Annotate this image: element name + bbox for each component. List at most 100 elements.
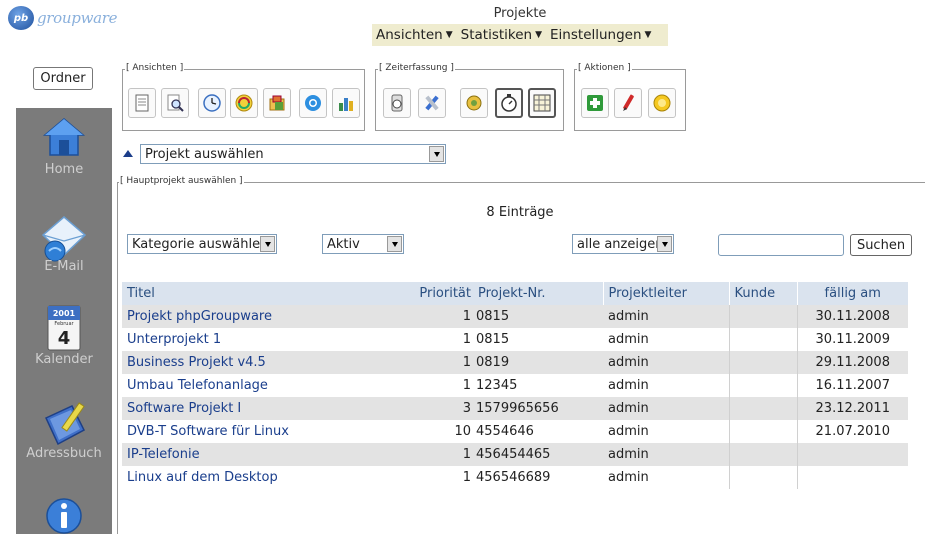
menu-ansichten[interactable]: Ansichten ▼ [372, 27, 457, 43]
view-search-button[interactable] [161, 88, 189, 118]
view-list-button[interactable] [128, 88, 156, 118]
table-row[interactable]: Business Projekt v4.5 1 0819 admin 29.11… [122, 351, 908, 374]
table-row[interactable]: Projekt phpGroupware 1 0815 admin 30.11.… [122, 305, 908, 328]
chevron-down-icon [429, 146, 444, 162]
add-project-button[interactable] [581, 88, 609, 118]
time-tools-button[interactable] [418, 88, 446, 118]
smiley-icon [653, 94, 671, 112]
project-title-link[interactable]: Umbau Telefonanlage [122, 374, 385, 397]
project-number: 0815 [473, 328, 603, 351]
view-chart-button[interactable] [332, 88, 360, 118]
sidebar-item-label: E-Mail [44, 259, 84, 274]
project-number: 456546689 [473, 466, 603, 489]
calendar-day: 4 [58, 328, 71, 349]
project-title-link[interactable]: Projekt phpGroupware [122, 305, 385, 328]
table-row[interactable]: Umbau Telefonanlage 1 12345 admin 16.11.… [122, 374, 908, 397]
project-leader: admin [603, 420, 729, 443]
column-header-kunde[interactable]: Kunde [728, 282, 797, 305]
kategorie-select[interactable]: Kategorie auswählen [127, 234, 277, 254]
menu-einstellungen[interactable]: Einstellungen ▼ [546, 27, 655, 43]
calendar-year: 2001 [53, 309, 76, 318]
status-select[interactable]: Aktiv [322, 234, 404, 254]
info-icon [46, 498, 82, 534]
project-number: 0819 [473, 351, 603, 374]
search-button[interactable]: Suchen [850, 234, 912, 256]
project-leader: admin [603, 328, 729, 351]
sidebar-item-kalender[interactable]: 2001 Februar 4 Kalender [16, 304, 112, 367]
project-due-date: 16.11.2007 [797, 374, 908, 397]
sidebar: Home E-Mail 2001 Februar 4 Kalender Adre… [16, 108, 112, 534]
project-number: 4554646 [473, 420, 603, 443]
view-time-button[interactable] [198, 88, 226, 118]
time-settings-button[interactable] [460, 88, 488, 118]
chart-icon [339, 98, 353, 111]
table-row[interactable]: Linux auf dem Desktop 1 456546689 admin [122, 466, 908, 489]
edit-icon [623, 94, 634, 111]
project-title-link[interactable]: IP-Telefonie [122, 443, 385, 466]
project-priority: 1 [385, 466, 473, 489]
column-header-faellig[interactable]: fällig am [796, 282, 908, 305]
project-title-link[interactable]: Business Projekt v4.5 [122, 351, 385, 374]
search-input[interactable] [718, 234, 844, 256]
table-row[interactable]: IP-Telefonie 1 456454465 admin [122, 443, 908, 466]
sidebar-item-email[interactable]: E-Mail [16, 215, 112, 274]
project-number: 12345 [473, 374, 603, 397]
sidebar-item-label: Home [44, 162, 84, 177]
menu-statistiken[interactable]: Statistiken ▼ [457, 27, 546, 43]
table-row[interactable]: DVB-T Software für Linux 10 4554646 admi… [122, 420, 908, 443]
column-header-projektleiter[interactable]: Projektleiter [602, 282, 729, 305]
project-title-link[interactable]: Linux auf dem Desktop [122, 466, 385, 489]
project-priority: 1 [385, 374, 473, 397]
stopwatch-icon [391, 94, 403, 112]
project-priority: 1 [385, 443, 473, 466]
project-customer [728, 305, 798, 328]
project-title-link[interactable]: DVB-T Software für Linux [122, 420, 385, 443]
projects-table: Titel Priorität Projekt-Nr. Projektleite… [122, 282, 908, 489]
gear-icon [466, 95, 482, 111]
time-timer-button[interactable] [495, 88, 523, 118]
column-header-titel[interactable]: Titel [122, 282, 385, 305]
project-customer [728, 351, 798, 374]
toolbar-aktionen: [ Aktionen ] [574, 63, 686, 131]
view-folder-button[interactable] [263, 88, 291, 118]
show-select[interactable]: alle anzeigen [572, 234, 674, 254]
project-number: 1579965656 [473, 397, 603, 420]
column-header-prioritaet[interactable]: Priorität [385, 282, 473, 305]
project-select[interactable]: Projekt auswählen [140, 144, 446, 164]
project-leader: admin [603, 305, 729, 328]
chevron-down-icon: ▼ [644, 30, 652, 40]
status-select-value: Aktiv [327, 236, 360, 252]
smiley-button[interactable] [648, 88, 676, 118]
chevron-down-icon: ▼ [445, 30, 453, 40]
project-leader: admin [603, 397, 729, 420]
table-row[interactable]: Software Projekt I 3 1579965656 admin 23… [122, 397, 908, 420]
top-menu: Ansichten ▼ Statistiken ▼ Einstellungen ▼ [372, 24, 668, 46]
view-globe-button[interactable] [299, 88, 327, 118]
project-priority: 1 [385, 351, 473, 374]
sidebar-item-adressbuch[interactable]: Adressbuch [16, 400, 112, 461]
sidebar-item-info[interactable] [16, 494, 112, 534]
toolbar-legend: [ Zeiterfassung ] [378, 63, 455, 73]
project-select-value: Projekt auswählen [145, 146, 264, 162]
column-header-projektnr[interactable]: Projekt-Nr. [473, 282, 603, 305]
calendar-month: Februar [54, 321, 74, 327]
project-leader: admin [603, 443, 729, 466]
project-due-date: 21.07.2010 [797, 420, 908, 443]
ordner-button[interactable]: Ordner [33, 67, 93, 90]
edit-project-button[interactable] [614, 88, 642, 118]
project-title-link[interactable]: Software Projekt I [122, 397, 385, 420]
sidebar-item-label: Adressbuch [26, 446, 102, 461]
view-refresh-button[interactable] [230, 88, 258, 118]
project-title-link[interactable]: Unterprojekt 1 [122, 328, 385, 351]
table-row[interactable]: Unterprojekt 1 1 0815 admin 30.11.2009 [122, 328, 908, 351]
toolbar-zeiterfassung: [ Zeiterfassung ] [375, 63, 564, 131]
chevron-down-icon [657, 236, 672, 252]
table-header-row: Titel Priorität Projekt-Nr. Projektleite… [122, 282, 908, 305]
time-table-button[interactable] [528, 88, 556, 118]
chevron-down-icon [260, 236, 275, 252]
time-stopwatch-button[interactable] [383, 88, 411, 118]
show-select-value: alle anzeigen [577, 236, 664, 252]
collapse-arrow-icon[interactable] [123, 150, 133, 157]
sidebar-item-home[interactable]: Home [16, 116, 112, 177]
project-due-date: 30.11.2008 [797, 305, 908, 328]
